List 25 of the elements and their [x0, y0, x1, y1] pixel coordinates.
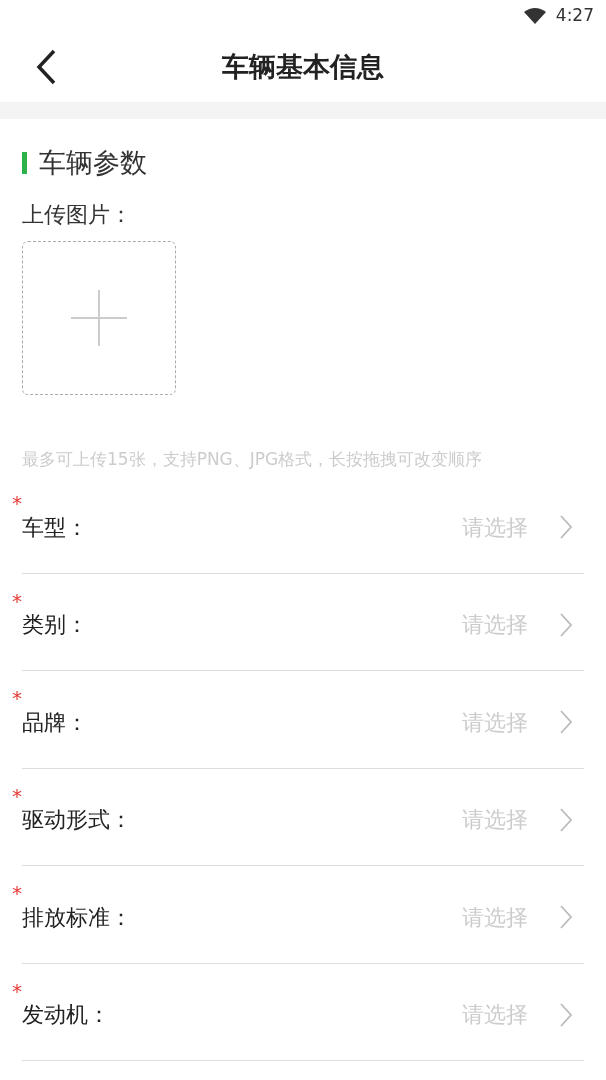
required-mark: * — [12, 490, 22, 517]
required-mark: * — [12, 782, 22, 810]
upload-label: 上传图片： — [22, 200, 133, 229]
field-label: 驱动形式： — [22, 806, 132, 835]
required-mark: * — [12, 880, 22, 907]
chevron-icon — [560, 905, 572, 930]
required-mark: * — [12, 587, 22, 615]
field-label: 类别： — [22, 611, 88, 640]
field-label: 发动机： — [22, 1001, 110, 1030]
chevron-icon — [560, 515, 572, 540]
chevron-icon — [560, 710, 572, 735]
field-label: 品牌： — [22, 708, 88, 737]
wifi-icon — [523, 8, 546, 24]
page-title: 车辆基本信息 — [222, 49, 384, 84]
required-mark: * — [12, 977, 22, 1005]
status-time: 4:27 — [555, 4, 594, 28]
field-label: 排放标准： — [22, 903, 132, 932]
chevron-icon — [560, 612, 572, 637]
field-label: 车型： — [22, 513, 88, 542]
chevron-icon — [560, 1002, 572, 1027]
chevron-icon — [560, 807, 572, 832]
plus-icon — [71, 289, 127, 346]
required-mark: * — [12, 685, 22, 712]
section-title: 车辆参数 — [39, 146, 147, 180]
section-marker — [22, 152, 27, 175]
